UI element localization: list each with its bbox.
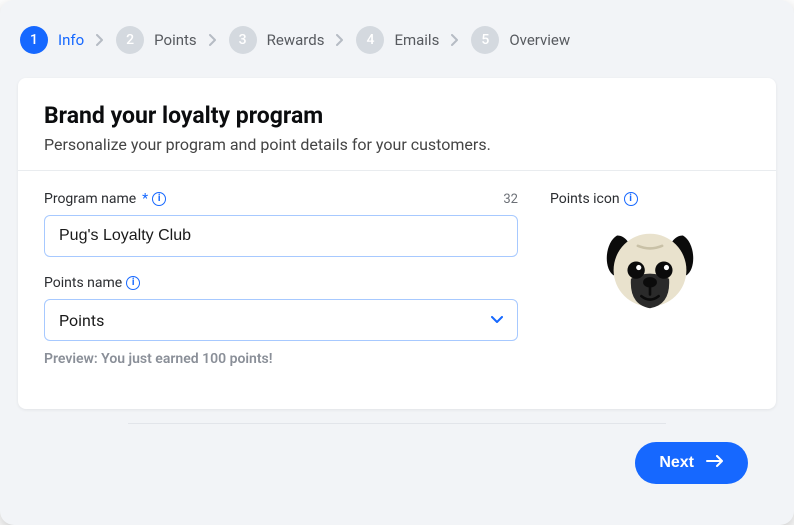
next-button-label: Next [659,454,694,472]
icon-column: Points icon i [550,191,750,385]
page-subtitle: Personalize your program and point detai… [44,135,750,154]
card-header: Brand your loyalty program Personalize y… [18,78,776,171]
next-button[interactable]: Next [635,442,748,484]
step-overview[interactable]: 5 Overview [471,26,570,54]
card: Brand your loyalty program Personalize y… [18,78,776,409]
step-label: Emails [394,31,439,49]
step-label: Rewards [267,31,325,49]
field-label: Points name i [44,275,140,291]
stepper: 1 Info 2 Points 3 Rewards 4 Emails 5 [18,26,776,54]
chevron-right-icon [209,34,217,46]
step-points[interactable]: 2 Points [116,26,197,54]
info-icon[interactable]: i [624,192,638,206]
chevron-right-icon [451,34,459,46]
step-info[interactable]: 1 Info [20,26,84,54]
footer: Next [18,442,776,484]
step-circle: 4 [356,26,384,54]
pug-icon [598,225,702,321]
form-column: Program name * i 32 Points name i [44,191,518,385]
page: 1 Info 2 Points 3 Rewards 4 Emails 5 [0,0,794,525]
label-row: Program name * i 32 [44,191,518,207]
step-circle: 2 [116,26,144,54]
label-row: Points name i [44,275,518,291]
step-circle: 5 [471,26,499,54]
points-name-select[interactable]: Points [44,299,518,341]
divider [128,423,666,424]
chevron-down-icon [491,316,503,324]
step-circle: 1 [20,26,48,54]
step-label: Points [154,31,197,49]
points-name-select-wrap: Points [44,299,518,341]
select-value: Points [59,311,104,330]
field-label: Program name * i [44,191,166,207]
points-icon-preview[interactable] [550,225,750,321]
points-name-label-text: Points name [44,275,122,291]
program-name-field: Program name * i 32 [44,191,518,257]
preview-value: You just earned 100 points! [101,351,272,367]
step-label: Info [58,31,84,49]
step-emails[interactable]: 4 Emails [356,26,439,54]
chevron-right-icon [336,34,344,46]
field-label: Points icon i [550,191,750,207]
preview-text: Preview: You just earned 100 points! [44,351,518,367]
program-name-label-text: Program name [44,191,136,207]
arrow-right-icon [706,454,724,472]
info-icon[interactable]: i [152,192,166,206]
chevron-right-icon [96,34,104,46]
page-title: Brand your loyalty program [44,102,750,129]
step-label: Overview [509,31,570,49]
char-counter: 32 [503,192,518,207]
points-name-field: Points name i Points Preview: [44,275,518,367]
preview-label: Preview: [44,351,98,367]
step-rewards[interactable]: 3 Rewards [229,26,325,54]
required-mark: * [142,191,148,207]
info-icon[interactable]: i [126,276,140,290]
step-circle: 3 [229,26,257,54]
program-name-input[interactable] [44,215,518,257]
points-icon-label-text: Points icon [550,191,620,207]
card-body: Program name * i 32 Points name i [18,171,776,391]
